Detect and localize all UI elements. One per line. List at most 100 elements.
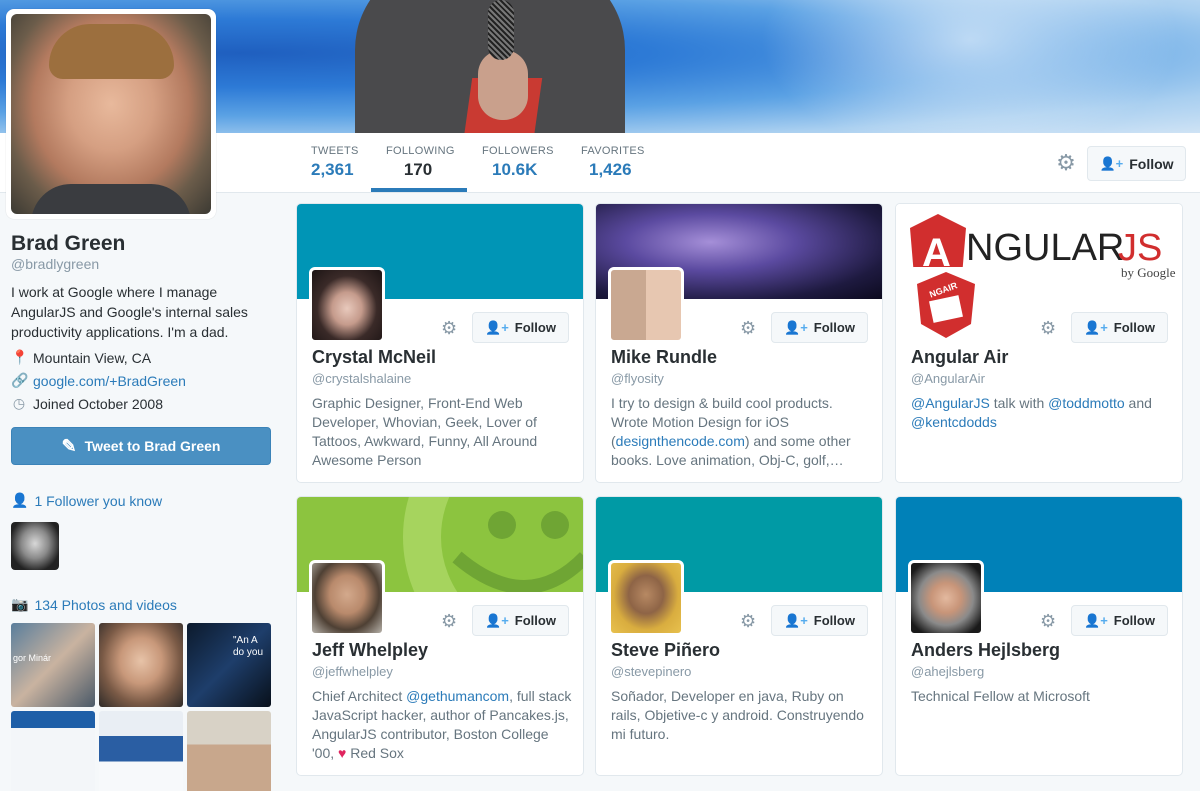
user-card[interactable]: ⚙ 👤+ Follow Steve Piñero @stevepinero So… bbox=[595, 496, 883, 776]
user-card[interactable]: A NGULAR JS by Google NGAIR ⚙ 👤+ Follow … bbox=[895, 203, 1183, 483]
website-link[interactable]: google.com/+BradGreen bbox=[33, 373, 186, 389]
card-handle[interactable]: @jeffwhelpley bbox=[312, 664, 393, 679]
photo-thumbnail[interactable]: gor Minár bbox=[11, 623, 95, 707]
gear-icon[interactable]: ⚙ bbox=[1054, 151, 1078, 175]
calendar-icon: ◷ bbox=[12, 395, 26, 411]
card-name[interactable]: Steve Piñero bbox=[611, 640, 720, 661]
stat-value: 170 bbox=[403, 160, 433, 179]
bio-link[interactable]: @toddmotto bbox=[1048, 395, 1124, 411]
person-plus-icon: 👤+ bbox=[1099, 155, 1124, 171]
stat-favorites[interactable]: FAVORITES 1,426 bbox=[581, 145, 645, 180]
gear-icon[interactable]: ⚙ bbox=[441, 318, 457, 339]
follow-button[interactable]: 👤+ Follow bbox=[1087, 146, 1186, 181]
gear-icon[interactable]: ⚙ bbox=[740, 611, 756, 632]
follow-label: Follow bbox=[1129, 155, 1174, 172]
card-name[interactable]: Angular Air bbox=[911, 347, 1008, 368]
profile-bio: I work at Google where I manage AngularJ… bbox=[11, 284, 248, 340]
bio-link[interactable]: @gethumancom bbox=[406, 688, 509, 704]
logo-js: JS bbox=[1118, 227, 1162, 269]
follow-label: Follow bbox=[813, 613, 855, 628]
follow-button[interactable]: 👤+ Follow bbox=[1071, 312, 1168, 343]
bio-link[interactable]: @AngularJS bbox=[911, 395, 990, 411]
gear-icon[interactable]: ⚙ bbox=[441, 611, 457, 632]
follow-label: Follow bbox=[514, 613, 556, 628]
card-name[interactable]: Anders Hejlsberg bbox=[911, 640, 1060, 661]
card-avatar[interactable] bbox=[608, 560, 684, 636]
user-card[interactable]: ⚙ 👤+ Follow Jeff Whelpley @jeffwhelpley … bbox=[296, 496, 584, 776]
card-avatar[interactable] bbox=[309, 267, 385, 343]
stat-label: FAVORITES bbox=[581, 145, 645, 157]
user-card[interactable]: ⚙ 👤+ Follow Crystal McNeil @crystalshala… bbox=[296, 203, 584, 483]
follow-button[interactable]: 👤+ Follow bbox=[1071, 605, 1168, 636]
person-plus-icon: 👤+ bbox=[1084, 319, 1108, 335]
stat-label: FOLLOWERS bbox=[482, 145, 554, 157]
profile-handle[interactable]: @bradlygreen bbox=[11, 256, 99, 272]
photos-videos-text: 134 Photos and videos bbox=[34, 596, 177, 613]
logo-text: NGULAR bbox=[966, 227, 1124, 269]
stat-label: FOLLOWING bbox=[386, 145, 455, 157]
card-name[interactable]: Mike Rundle bbox=[611, 347, 717, 368]
follow-button[interactable]: 👤+ Follow bbox=[771, 312, 868, 343]
bio-link[interactable]: @kentcdodds bbox=[911, 414, 997, 430]
photo-thumbnail[interactable]: "An A do you bbox=[187, 623, 271, 707]
profile-name[interactable]: Brad Green bbox=[11, 232, 125, 256]
photo-caption: gor Minár bbox=[13, 653, 52, 663]
avatar-image bbox=[11, 14, 211, 214]
card-handle[interactable]: @crystalshalaine bbox=[312, 371, 411, 386]
gear-icon[interactable]: ⚙ bbox=[1040, 611, 1056, 632]
card-handle[interactable]: @flyosity bbox=[611, 371, 664, 386]
stat-followers[interactable]: FOLLOWERS 10.6K bbox=[482, 145, 554, 180]
user-card[interactable]: ⚙ 👤+ Follow Anders Hejlsberg @ahejlsberg… bbox=[895, 496, 1183, 776]
photo-thumbnail[interactable] bbox=[187, 711, 271, 791]
card-bio: Technical Fellow at Microsoft bbox=[911, 688, 1090, 704]
followers-you-know-link[interactable]: 👤 1 Follower you know bbox=[11, 492, 162, 509]
location-text: Mountain View, CA bbox=[33, 349, 152, 366]
photos-videos-link[interactable]: 📷 134 Photos and videos bbox=[11, 596, 177, 613]
card-handle[interactable]: @ahejlsberg bbox=[911, 664, 984, 679]
banner-microphone bbox=[488, 0, 514, 60]
card-handle[interactable]: @AngularAir bbox=[911, 371, 985, 386]
gear-icon[interactable]: ⚙ bbox=[1040, 318, 1056, 339]
follow-button[interactable]: 👤+ Follow bbox=[771, 605, 868, 636]
stat-value: 1,426 bbox=[589, 160, 632, 179]
person-icon: 👤 bbox=[11, 492, 29, 508]
follower-avatar[interactable] bbox=[11, 522, 59, 570]
avatar-shirt bbox=[31, 184, 191, 214]
card-avatar[interactable]: NGAIR bbox=[908, 267, 984, 343]
card-avatar[interactable] bbox=[608, 267, 684, 343]
banner-hand bbox=[478, 50, 528, 120]
card-avatar[interactable] bbox=[908, 560, 984, 636]
gear-icon[interactable]: ⚙ bbox=[740, 318, 756, 339]
stat-label: TWEETS bbox=[311, 145, 359, 157]
card-bio: @AngularJS talk with @toddmotto and @ken… bbox=[911, 394, 1173, 432]
profile-website: 🔗 google.com/+BradGreen bbox=[11, 372, 186, 389]
card-name[interactable]: Crystal McNeil bbox=[312, 347, 436, 368]
bio-link[interactable]: designthencode.com bbox=[616, 433, 745, 449]
follow-label: Follow bbox=[1113, 613, 1155, 628]
profile-avatar[interactable] bbox=[6, 9, 216, 219]
card-bio: Graphic Designer, Front-End Web Develope… bbox=[312, 395, 538, 468]
card-bio: Soñador, Developer en java, Ruby on rail… bbox=[611, 688, 864, 742]
link-icon: 🔗 bbox=[11, 372, 29, 388]
card-avatar[interactable] bbox=[309, 560, 385, 636]
stat-tweets[interactable]: TWEETS 2,361 bbox=[311, 145, 359, 180]
avatar-hair bbox=[49, 24, 174, 79]
photo-thumbnail[interactable] bbox=[11, 711, 95, 791]
profile-joined: ◷ Joined October 2008 bbox=[11, 395, 163, 412]
follow-button[interactable]: 👤+ Follow bbox=[472, 605, 569, 636]
stat-following[interactable]: FOLLOWING 170 bbox=[386, 145, 455, 180]
user-card[interactable]: ⚙ 👤+ Follow Mike Rundle @flyosity I try … bbox=[595, 203, 883, 483]
card-bio: I try to design & build cool products. W… bbox=[611, 394, 873, 470]
photo-thumbnail[interactable] bbox=[99, 623, 183, 707]
followers-you-know-text: 1 Follower you know bbox=[34, 492, 163, 509]
ngair-badge: NGAIR bbox=[917, 272, 975, 338]
logo-by: by Google bbox=[1121, 265, 1176, 280]
follow-button[interactable]: 👤+ Follow bbox=[472, 312, 569, 343]
banner-glow bbox=[760, 0, 1180, 133]
card-handle[interactable]: @stevepinero bbox=[611, 664, 691, 679]
person-plus-icon: 👤+ bbox=[1084, 612, 1108, 628]
follow-label: Follow bbox=[1113, 320, 1155, 335]
card-name[interactable]: Jeff Whelpley bbox=[312, 640, 428, 661]
photo-thumbnail[interactable] bbox=[99, 711, 183, 791]
tweet-to-button[interactable]: ✎ Tweet to Brad Green bbox=[11, 427, 271, 465]
